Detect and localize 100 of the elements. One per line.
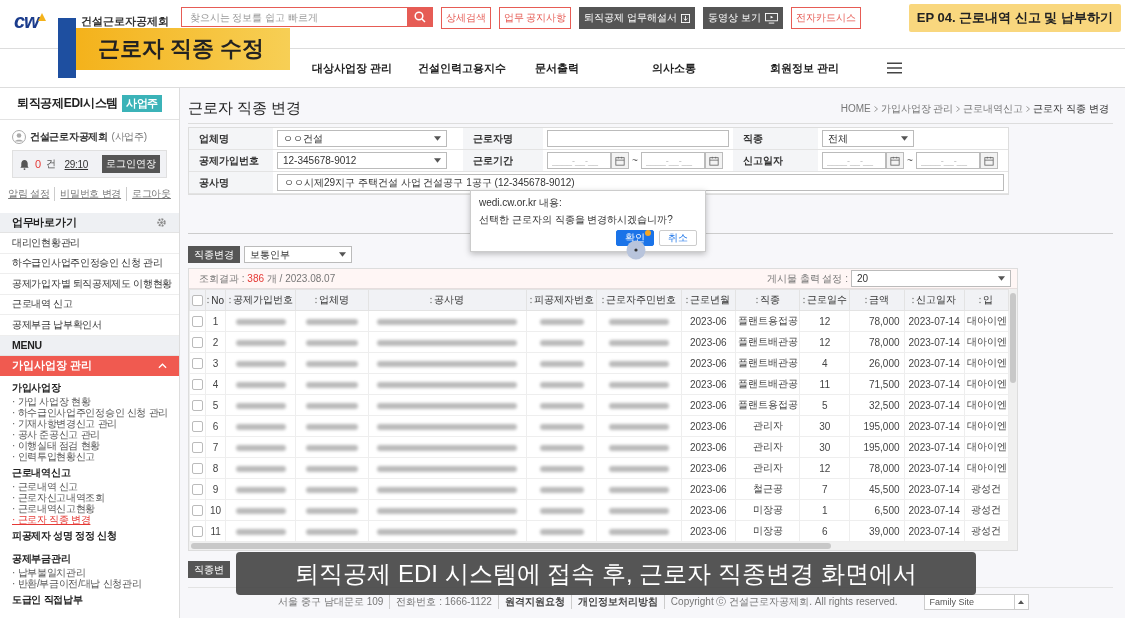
checkbox[interactable] [192,399,203,411]
nav-item[interactable]: 건설인력고용지수 [418,60,535,76]
column-header[interactable]: 직종 [735,289,800,311]
input-field[interactable] [547,130,729,147]
submenu-item[interactable]: · 이행실태 점검 현황 [12,439,167,451]
menu-group[interactable]: 가입사업장 [12,380,167,396]
menu-group[interactable]: 도급인 직접납부 [12,592,167,608]
checkbox[interactable] [192,420,203,432]
breadcrumb-item[interactable]: 가입사업장 관리 [880,101,954,116]
header-button[interactable]: 동영상 보기 [703,7,784,29]
header-button[interactable]: 퇴직공제 업무해설서 [579,7,696,29]
checkbox[interactable] [192,525,203,537]
menu-group[interactable]: 피공제자 성명 정정 신청 [12,528,167,544]
blurred-text [306,423,358,430]
submenu-item[interactable]: · 근로내역신고현황 [12,502,167,514]
column-header[interactable]: 근로년월 [681,289,736,311]
dropdown[interactable]: 보통인부 [244,246,352,263]
column-header[interactable]: 근로자주민번호 [596,289,682,311]
scrollbar[interactable] [189,542,1017,550]
monitor-icon [765,12,779,24]
date-field[interactable]: ____-__-__ [915,152,980,169]
dropdown[interactable]: 전체 [822,130,914,147]
checkbox[interactable] [192,441,203,453]
checkbox[interactable] [192,462,203,474]
column-header[interactable]: 입 [964,289,1009,311]
column-header[interactable]: 신고일자 [904,289,965,311]
change-job-button[interactable]: 직종변 [188,561,230,578]
menu-group[interactable]: 근로내역신고 [12,465,167,481]
blurred-text [235,486,286,493]
dialog-button[interactable]: 취소 [659,230,697,246]
date-field[interactable]: ____-__-__ [640,152,705,169]
account-link[interactable]: 비밀번호 변경 [54,187,127,201]
menu-icon[interactable] [887,62,902,74]
column-header[interactable]: 공사명 [368,289,527,311]
breadcrumb-item[interactable]: HOME [840,103,871,114]
search-button[interactable] [406,7,433,27]
column-header[interactable]: No [205,289,226,311]
table-cell: 2023-07-14 [904,436,965,458]
submenu-item[interactable]: · 가입 사업장 현황 [12,395,167,407]
dropdown[interactable]: 20 [851,270,1011,287]
column-header[interactable]: 공제가입번호 [225,289,296,311]
dropdown[interactable]: ㅇㅇ건설 [277,130,447,147]
shortcut-item[interactable]: 공제부금 납부확인서 [0,315,179,336]
checkbox[interactable] [192,315,203,327]
account-link[interactable]: 알림 설정 [3,187,55,201]
header-button[interactable]: 업무 공지사항 [498,7,572,29]
shortcut-item[interactable]: 대리인현황관리 [0,233,179,254]
column-header[interactable]: 피공제자번호 [526,289,597,311]
date-field[interactable]: ____-__-__ [547,152,611,169]
submenu-item[interactable]: · 근로자 직종 변경 [12,513,167,525]
logo-text[interactable]: 건설근로자공제회 [80,14,169,29]
bell-icon[interactable] [19,158,30,170]
search-field[interactable]: 찾으시는 정보를 쉽고 빠르게 [180,7,407,27]
submenu-item[interactable]: · 납부불일치관리 [12,566,167,578]
menu-group[interactable]: 공제부금관리 [12,551,167,567]
change-job-button[interactable]: 직종변경 [188,246,240,263]
nav-item[interactable]: 대상사업장 관리 [312,60,418,76]
checkbox[interactable] [192,294,203,306]
breadcrumb-item[interactable]: 근로자 직종 변경 [1033,101,1109,116]
settings-icon[interactable] [156,217,167,228]
submenu-item[interactable]: · 하수급인사업주인정승인 신청 관리 [12,406,167,418]
input-field[interactable]: ㅇㅇ시제29지구 주택건설 사업 건설공구 1공구 (12-345678-9012) [277,174,1004,191]
checkbox[interactable] [192,504,203,516]
account-link[interactable]: 로그아웃 [126,187,176,201]
nav-item[interactable]: 의사소통 [652,60,770,76]
checkbox[interactable] [192,483,203,495]
logo-mark[interactable]: cw [14,10,39,33]
checkbox[interactable] [192,378,203,390]
chevron-icon [1026,105,1031,112]
family-site-dropdown[interactable]: Family Site [923,594,1029,610]
column-header[interactable]: 근로일수 [799,289,850,311]
extend-button[interactable]: 로그인연장 [102,155,160,173]
submenu-item[interactable]: · 인력투입현황신고 [12,450,167,462]
scrollbar[interactable] [1009,289,1017,542]
header-button[interactable]: 상세검색 [440,7,491,29]
submenu-item[interactable]: · 근로자신고내역조회 [12,491,167,503]
calendar-icon[interactable] [611,152,629,169]
nav-item[interactable]: 회원정보 관리 [770,60,887,76]
dropdown[interactable]: 12-345678-9012 [277,152,447,169]
submenu-item[interactable]: · 공사 준공신고 관리 [12,428,167,440]
submenu-item[interactable]: · 근로내역 신고 [12,480,167,492]
table-cell: 2023-06 [681,457,736,479]
table-cell: 철근공 [735,478,800,500]
checkbox[interactable] [192,357,203,369]
shortcut-item[interactable]: 근로내역 신고 [0,294,179,315]
shortcut-item[interactable]: 하수급인사업주인정승인 신청 관리 [0,253,179,274]
date-field[interactable]: ____-__-__ [822,152,886,169]
alert-count[interactable]: 0 [35,158,41,170]
nav-item[interactable]: 문서출력 [535,60,652,76]
breadcrumb-item[interactable]: 근로내역신고 [963,101,1024,116]
checkbox[interactable] [192,336,203,348]
column-header[interactable]: 업체명 [295,289,369,311]
header-button[interactable]: 전자카드시스 [791,7,862,29]
blurred-text [235,339,286,346]
submenu-item[interactable]: · 기재사항변경신고 관리 [12,417,167,429]
submenu-item[interactable]: · 반환/부금이전/대납 신청관리 [12,577,167,589]
column-header[interactable]: 금액 [849,289,905,311]
section-title: MENU [12,339,42,351]
calendar-icon[interactable] [886,152,904,169]
shortcut-item[interactable]: 공제가입자별 퇴직공제제도 이행현황 [0,274,179,295]
